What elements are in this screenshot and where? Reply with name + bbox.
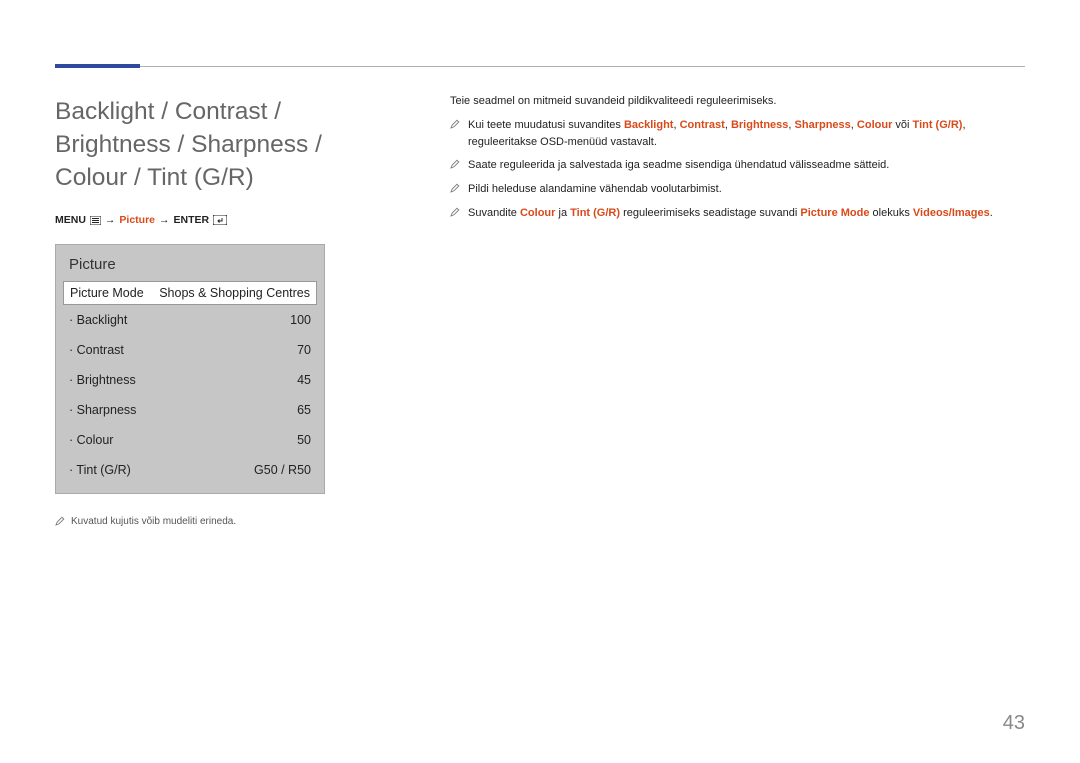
breadcrumb: MENU → Picture → ENTER — [55, 214, 395, 226]
note-text: Suvandite Colour ja Tint (G/R) reguleeri… — [468, 205, 993, 223]
note-row: Suvandite Colour ja Tint (G/R) reguleeri… — [450, 205, 1025, 223]
setting-row-colour: Colour 50 — [63, 425, 317, 455]
pencil-icon — [450, 206, 460, 223]
setting-row-backlight: Backlight 100 — [63, 305, 317, 335]
note-text: Kui teete muudatusi suvandites Backlight… — [468, 117, 1025, 151]
pencil-icon — [450, 158, 460, 175]
picture-mode-label: Picture Mode — [70, 286, 144, 300]
section-title: Backlight / Contrast / Brightness / Shar… — [55, 95, 395, 194]
pencil-icon — [450, 182, 460, 199]
setting-row-tint: Tint (G/R) G50 / R50 — [63, 455, 317, 485]
setting-value: G50 / R50 — [254, 463, 311, 477]
setting-label: Contrast — [69, 343, 124, 357]
setting-value: 70 — [297, 343, 311, 357]
page-number: 43 — [1003, 712, 1025, 735]
setting-label: Colour — [69, 433, 113, 447]
setting-label: Brightness — [69, 373, 136, 387]
breadcrumb-picture: Picture — [119, 214, 155, 226]
setting-value: 45 — [297, 373, 311, 387]
breadcrumb-enter: ENTER — [174, 214, 210, 226]
menu-icon — [90, 216, 101, 225]
setting-row-contrast: Contrast 70 — [63, 335, 317, 365]
note-row: Kui teete muudatusi suvandites Backlight… — [450, 117, 1025, 151]
breadcrumb-menu: MENU — [55, 214, 86, 226]
breadcrumb-arrow: → — [159, 214, 170, 226]
intro-text: Teie seadmel on mitmeid suvandeid pildik… — [450, 95, 1025, 107]
note-text: Pildi heleduse alandamine vähendab voolu… — [468, 181, 722, 199]
picture-mode-row: Picture Mode Shops & Shopping Centres — [63, 281, 317, 305]
setting-row-sharpness: Sharpness 65 — [63, 395, 317, 425]
panel-title: Picture — [63, 252, 317, 281]
note-row: Pildi heleduse alandamine vähendab voolu… — [450, 181, 1025, 199]
note-row: Saate reguleerida ja salvestada iga sead… — [450, 157, 1025, 175]
setting-label: Backlight — [69, 313, 127, 327]
setting-value: 65 — [297, 403, 311, 417]
setting-value: 100 — [290, 313, 311, 327]
pencil-icon — [55, 516, 65, 529]
note-text: Saate reguleerida ja salvestada iga sead… — [468, 157, 889, 175]
panel-note-text: Kuvatud kujutis võib mudeliti erineda. — [71, 516, 236, 527]
setting-value: 50 — [297, 433, 311, 447]
pencil-icon — [450, 118, 460, 151]
panel-note: Kuvatud kujutis võib mudeliti erineda. — [55, 516, 395, 529]
enter-icon — [213, 215, 227, 225]
setting-label: Tint (G/R) — [69, 463, 131, 477]
picture-panel: Picture Picture Mode Shops & Shopping Ce… — [55, 244, 325, 494]
setting-label: Sharpness — [69, 403, 136, 417]
breadcrumb-arrow: → — [105, 214, 116, 226]
picture-mode-value: Shops & Shopping Centres — [159, 286, 310, 300]
setting-row-brightness: Brightness 45 — [63, 365, 317, 395]
